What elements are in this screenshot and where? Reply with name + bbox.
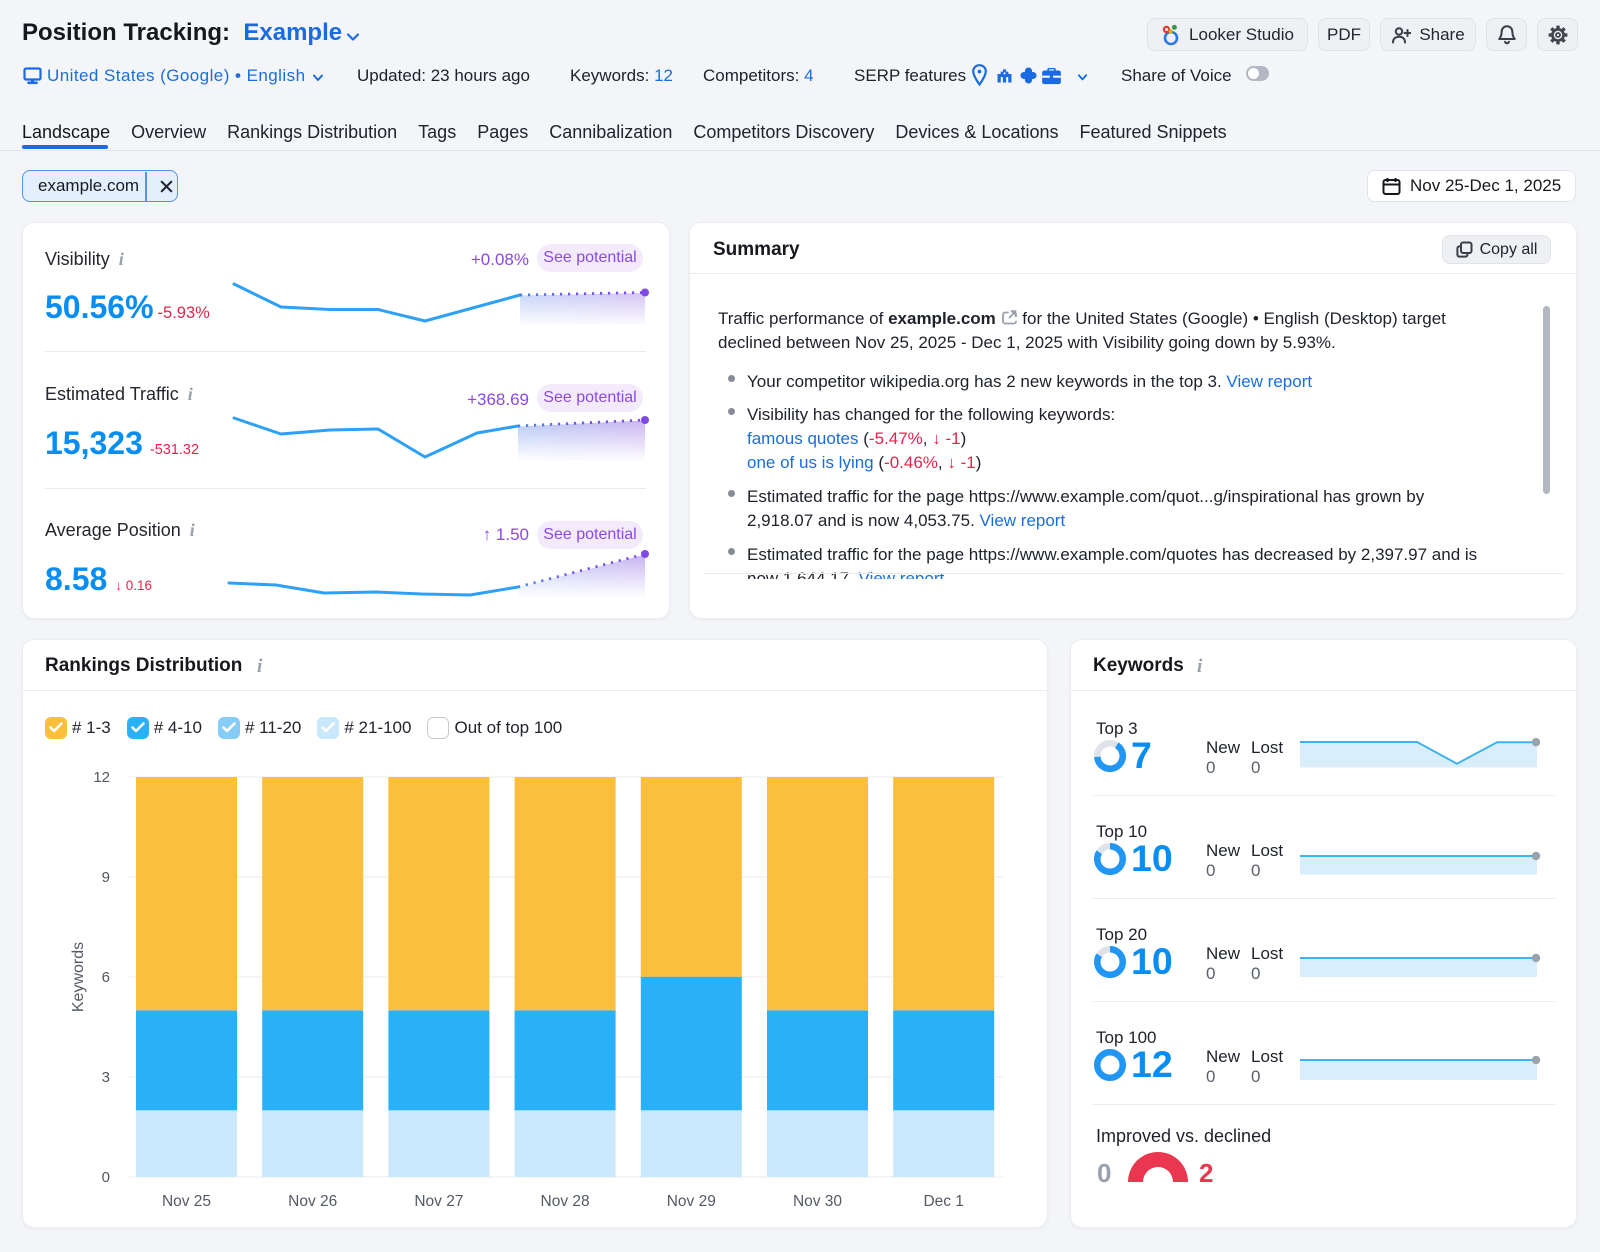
svg-text:Dec 1: Dec 1: [923, 1193, 964, 1210]
svg-text:Nov 25: Nov 25: [162, 1193, 211, 1210]
svg-text:6: 6: [102, 969, 110, 986]
svg-text:Nov 26: Nov 26: [288, 1193, 337, 1210]
svg-text:12: 12: [93, 769, 110, 786]
svg-text:Nov 27: Nov 27: [414, 1193, 463, 1210]
svg-text:Keywords: Keywords: [70, 942, 87, 1012]
svg-text:Nov 28: Nov 28: [541, 1193, 590, 1210]
svg-text:Nov 29: Nov 29: [667, 1193, 716, 1210]
svg-text:3: 3: [102, 1069, 110, 1086]
svg-text:0: 0: [102, 1169, 110, 1186]
svg-text:9: 9: [102, 869, 110, 886]
svg-text:Nov 30: Nov 30: [793, 1193, 842, 1210]
